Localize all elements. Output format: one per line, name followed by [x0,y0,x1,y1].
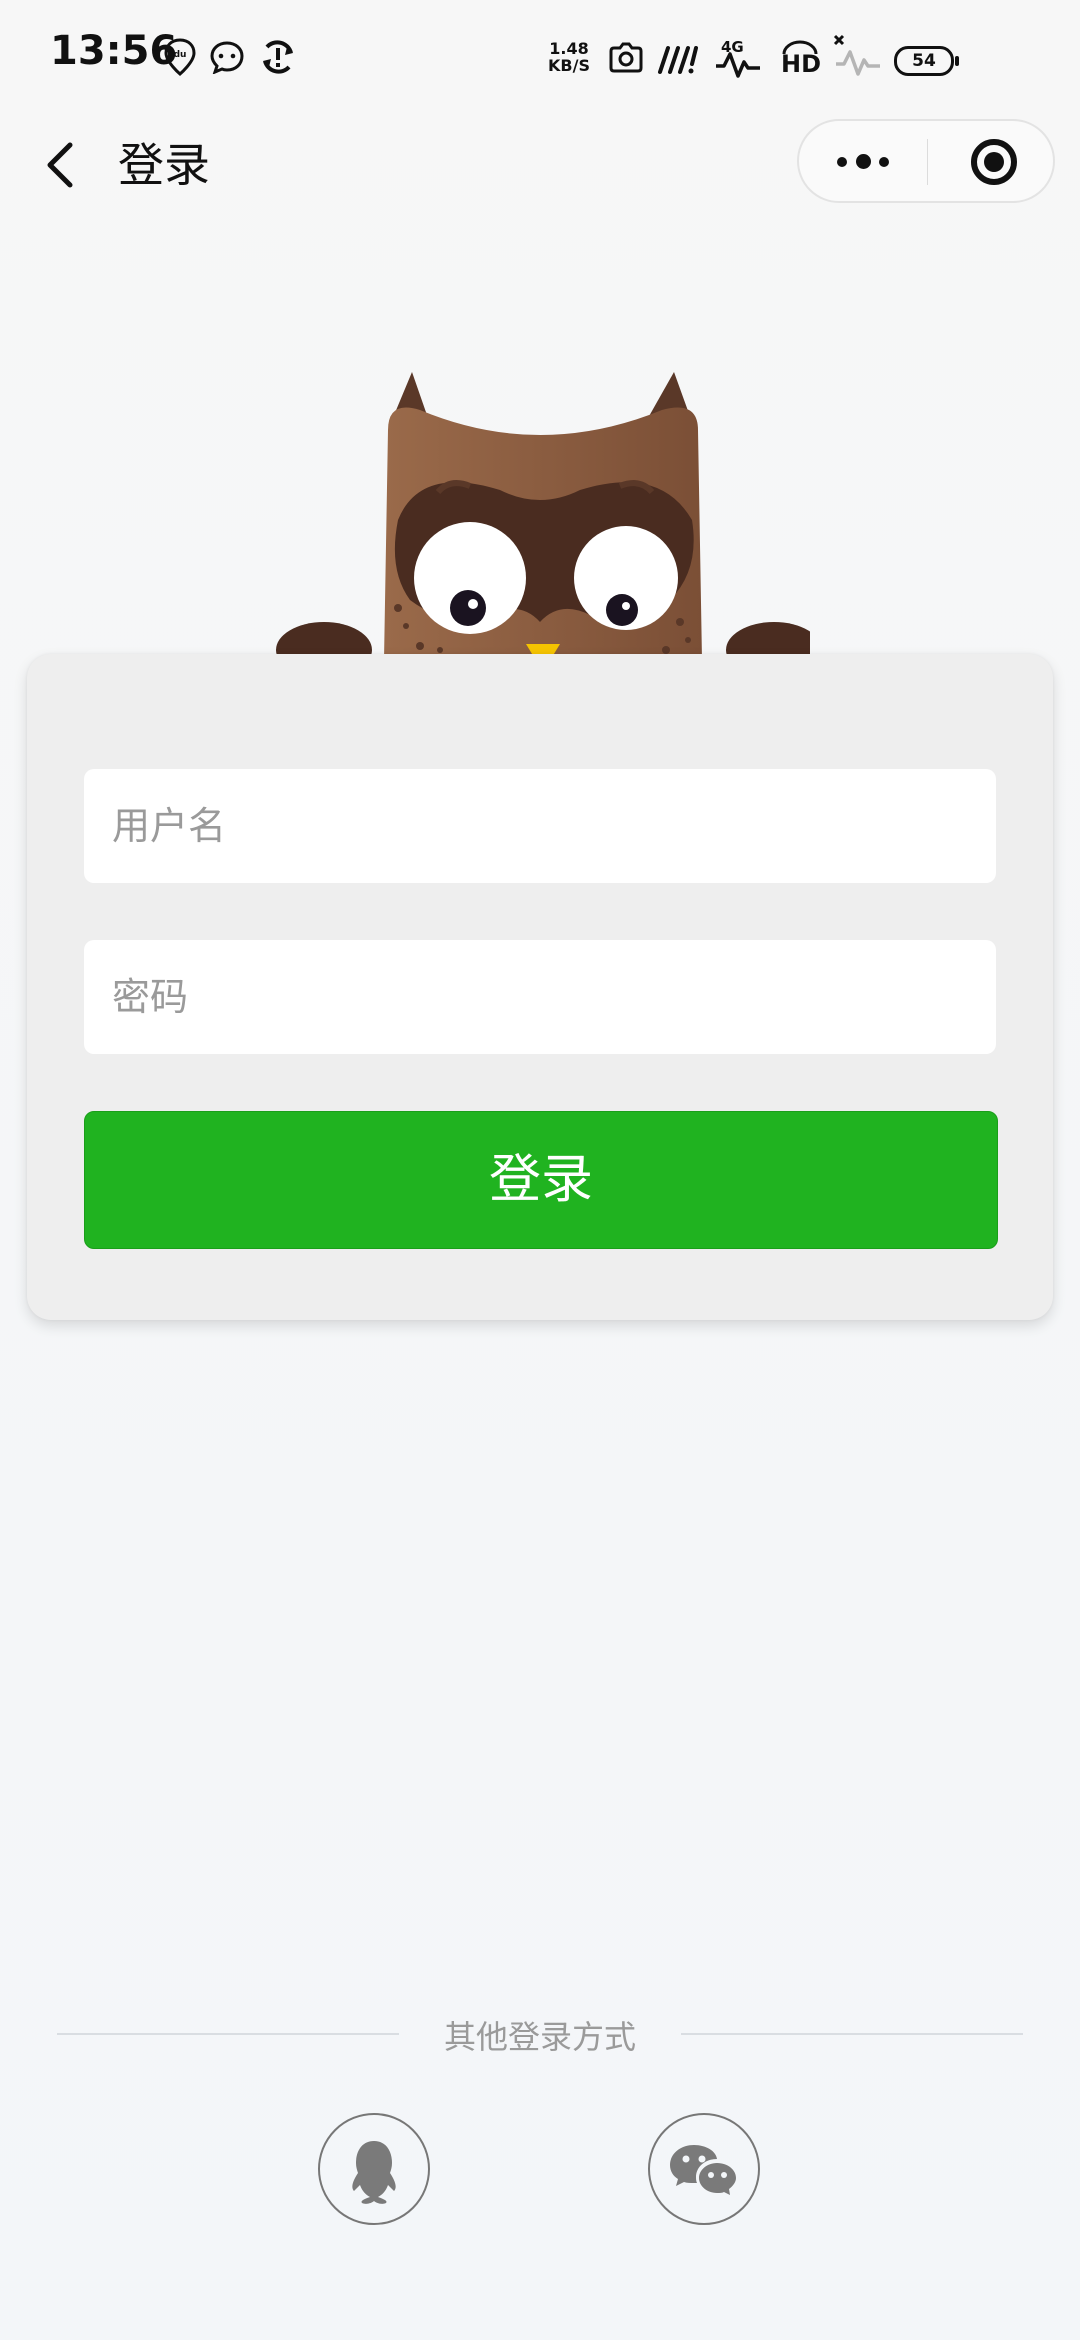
username-input[interactable] [84,769,996,883]
capsule-divider [927,139,928,185]
status-time: 13:56 [50,28,178,74]
camera-icon [609,42,643,73]
chevron-left-icon[interactable] [36,135,86,195]
other-login-section: 其他登录方式 [0,2010,1080,2060]
mini-program-capsule [797,119,1055,203]
wechat-login-button[interactable] [648,2113,760,2225]
password-input[interactable] [84,940,996,1054]
wifi-icon [658,46,698,74]
qq-login-button[interactable] [318,2113,430,2225]
chat-bubble-icon [210,41,244,74]
net-speed-value: 1.48 [549,39,589,58]
qq-penguin-icon [352,2141,396,2204]
svg-text:du: du [174,50,187,60]
more-button[interactable] [799,121,927,201]
divider-right [681,2033,1023,2035]
other-login-label: 其他登录方式 [443,2018,636,2056]
no-signal-icon [833,34,880,76]
page-title: 登录 [118,138,210,192]
owl-mascot [276,372,810,678]
close-button[interactable] [929,121,1055,201]
net-speed: 1.48 KB/S [548,40,590,74]
mobile-signal-icon [716,52,760,78]
baidu-location-icon: du [164,38,196,76]
hd-label: HD [781,50,822,78]
status-bar: 13:56 du 1.48 KB/S 4G HD 54 [0,0,1080,115]
login-button[interactable]: 登录 [84,1111,998,1249]
login-card: 登录 [27,654,1053,1320]
battery-icon: 54 [894,46,959,76]
nav-bar: 登录 [0,115,1080,215]
net-speed-unit: KB/S [548,56,590,75]
sync-alert-icon [263,40,293,74]
wechat-icon [670,2145,736,2195]
